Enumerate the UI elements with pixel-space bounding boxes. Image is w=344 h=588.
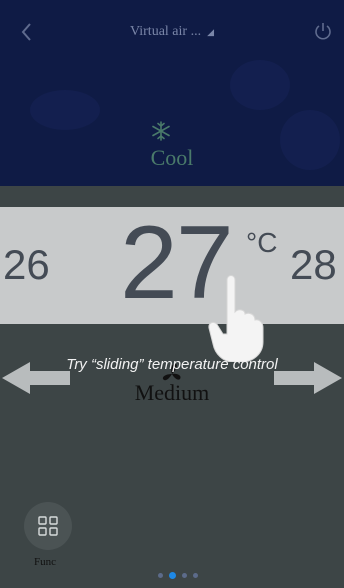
temperature-slider[interactable]: 26 27 °C 28 [0,207,344,324]
page-dot[interactable] [169,572,176,580]
snowflake-icon [150,120,172,142]
page-dot[interactable] [158,573,163,579]
power-icon [315,23,331,40]
temperature-unit: °C [246,227,278,258]
grid-icon [38,516,58,536]
background-blur [230,60,290,110]
status-panel: Virtual air ... ◢ Cool [0,0,344,186]
func-label: Func [34,556,56,568]
pointing-hand-icon [205,272,265,363]
power-button[interactable] [312,20,334,42]
temperature-next[interactable]: 28 [290,241,337,289]
device-title[interactable]: Virtual air ... ◢ [0,24,344,40]
mode-label: Cool [150,145,194,170]
tutorial-hint: Try “sliding” temperature control [66,356,278,373]
dropdown-caret-icon: ◢ [207,27,214,37]
page-dot[interactable] [193,573,198,579]
device-name: Virtual air ... [129,24,202,39]
background-blur [30,90,100,130]
page-dot[interactable] [182,573,187,579]
top-nav-bar: Virtual air ... ◢ [0,0,344,64]
func-button[interactable] [24,502,72,550]
fan-speed-label[interactable]: Medium [0,380,344,406]
temperature-prev[interactable]: 26 [3,241,50,289]
page-indicator [155,567,201,580]
